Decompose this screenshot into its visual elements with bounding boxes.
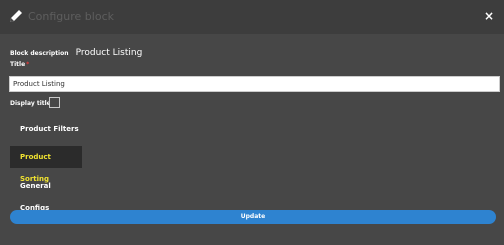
title-label: Title* (10, 61, 29, 68)
block-description-value: Product Listing (75, 48, 143, 58)
title-label-text: Title (10, 61, 26, 68)
update-button[interactable]: Update (10, 210, 496, 224)
block-description: Block description Product Listing (10, 40, 142, 59)
tab-product-filters[interactable]: Product Filters (10, 118, 82, 140)
block-description-label: Block description (10, 50, 69, 57)
tab-general-configs[interactable]: General Configs (10, 175, 82, 212)
close-button[interactable]: × (484, 9, 494, 23)
title-input[interactable] (9, 76, 500, 92)
tab-product-sorting[interactable]: Product Sorting (10, 146, 82, 183)
dialog-header: Configure block × (0, 0, 504, 34)
display-title-label: Display title (10, 100, 51, 107)
pencil-icon (10, 10, 22, 22)
dialog-title: Configure block (28, 10, 114, 23)
display-title-checkbox[interactable] (49, 97, 60, 108)
required-marker: * (26, 61, 30, 68)
